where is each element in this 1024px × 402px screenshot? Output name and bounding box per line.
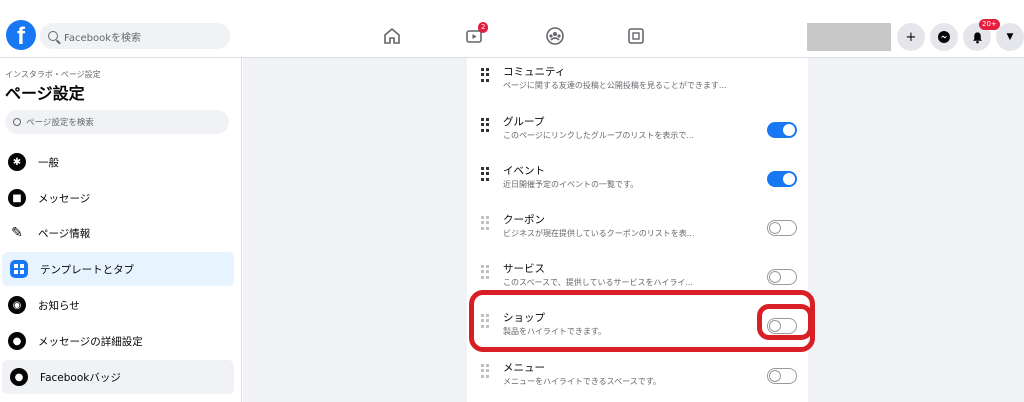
coupons-toggle[interactable] xyxy=(767,220,797,236)
drag-handle-icon[interactable] xyxy=(481,216,489,230)
sidebar-item-label: お知らせ xyxy=(38,299,80,312)
drag-handle-icon[interactable] xyxy=(481,265,489,279)
chat-icon: ■ xyxy=(8,189,26,207)
page-title: ページ設定 xyxy=(5,84,85,103)
messenger-icon[interactable] xyxy=(930,23,958,51)
sidebar-item-messages[interactable]: ■ メッセージ xyxy=(0,181,236,215)
sidebar-item-templates-tabs[interactable]: テンプレートとタブ xyxy=(2,252,234,286)
template-icon xyxy=(10,260,28,278)
tab-row-community: コミュニティ ページに関する友達の投稿と公開投稿を見ることができます... xyxy=(467,58,808,108)
sidebar-item-label: Facebookバッジ xyxy=(40,371,121,384)
tab-description: 近日開催予定のイベントの一覧です。 xyxy=(503,180,639,189)
tab-description: このページにリンクしたグループのリストを表示で... xyxy=(503,131,694,140)
toggle-knob xyxy=(783,173,795,185)
toggle-knob xyxy=(783,124,795,136)
pencil-icon: ✎ xyxy=(11,225,23,241)
settings-search-placeholder: ページ設定を検索 xyxy=(26,118,94,128)
shop-toggle-highlight xyxy=(757,304,813,340)
tab-title: イベント xyxy=(503,165,545,177)
tab-title: メニュー xyxy=(503,362,545,374)
tab-row-menu: メニュー メニューをハイライトできるスペースです。 xyxy=(467,354,808,402)
sidebar-item-label: メッセージの詳細設定 xyxy=(38,335,143,348)
sidebar-item-label: メッセージ xyxy=(38,192,91,205)
tab-title: サービス xyxy=(503,263,545,275)
plus-icon[interactable]: + xyxy=(897,23,925,51)
search-placeholder: Facebookを検索 xyxy=(64,32,141,44)
settings-search-input[interactable]: ページ設定を検索 xyxy=(5,110,229,134)
sidebar-item-label: テンプレートとタブ xyxy=(40,263,135,276)
toggle-knob xyxy=(769,369,781,382)
toggle-knob xyxy=(769,270,781,283)
drag-handle-icon[interactable] xyxy=(481,68,489,82)
sidebar-item-facebook-badge[interactable]: ● Facebookバッジ xyxy=(2,360,234,394)
sidebar-item-notifications[interactable]: ◉ お知らせ xyxy=(0,288,236,322)
events-toggle[interactable] xyxy=(767,171,797,187)
toggle-knob xyxy=(769,221,781,234)
tab-row-events: イベント 近日開催予定のイベントの一覧です。 xyxy=(467,157,808,207)
search-icon xyxy=(13,118,21,126)
globe-icon: ◉ xyxy=(8,296,26,314)
sidebar-item-advanced-messaging[interactable]: ● メッセージの詳細設定 xyxy=(0,324,236,358)
search-icon xyxy=(48,31,58,41)
services-toggle[interactable] xyxy=(767,269,797,285)
messenger-icon: ● xyxy=(8,332,26,350)
sidebar-item-page-info[interactable]: ✎ ページ情報 xyxy=(0,216,236,250)
tab-title: グループ xyxy=(503,116,545,128)
gear-icon: ✱ xyxy=(8,153,26,171)
home-icon[interactable] xyxy=(382,26,402,46)
tab-title: コミュニティ xyxy=(503,66,566,78)
profile-name-placeholder[interactable] xyxy=(807,23,891,51)
groups-toggle[interactable] xyxy=(767,122,797,138)
badge-icon: ● xyxy=(10,368,28,386)
tab-description: このスペースで、提供しているサービスをハイライ... xyxy=(503,278,693,287)
tab-row-groups: グループ このページにリンクしたグループのリストを表示で... xyxy=(467,108,808,158)
top-navigation-bar: f Facebookを検索 2 + 20+ ▼ xyxy=(0,0,1024,58)
tab-description: メニューをハイライトできるスペースです。 xyxy=(503,377,661,386)
drag-handle-icon[interactable] xyxy=(481,364,489,378)
sidebar-item-label: 一般 xyxy=(38,156,59,169)
tab-row-coupons: クーポン ビジネスが現在提供しているクーポンのリストを表... xyxy=(467,206,808,256)
sidebar-item-label: ページ情報 xyxy=(38,227,91,240)
menu-toggle[interactable] xyxy=(767,368,797,384)
facebook-search-input[interactable]: Facebookを検索 xyxy=(40,23,230,49)
tab-title: クーポン xyxy=(503,214,545,226)
groups-icon[interactable] xyxy=(545,26,565,46)
facebook-logo-icon[interactable]: f xyxy=(6,20,36,50)
gaming-icon[interactable] xyxy=(626,26,646,46)
tab-description: ページに関する友達の投稿と公開投稿を見ることができます... xyxy=(503,81,727,90)
watch-badge: 2 xyxy=(478,22,489,33)
breadcrumb[interactable]: インスタラボ・ページ設定 xyxy=(5,69,101,80)
notification-badge: 20+ xyxy=(979,19,1000,30)
caret-down-icon[interactable]: ▼ xyxy=(996,23,1024,51)
sidebar-item-general[interactable]: ✱ 一般 xyxy=(0,145,236,179)
drag-handle-icon[interactable] xyxy=(481,167,489,181)
settings-sidebar: インスタラボ・ページ設定 ページ設定 ページ設定を検索 ✱ 一般 ■ メッセージ… xyxy=(0,58,242,402)
drag-handle-icon[interactable] xyxy=(481,118,489,132)
tab-description: ビジネスが現在提供しているクーポンのリストを表... xyxy=(503,229,695,238)
